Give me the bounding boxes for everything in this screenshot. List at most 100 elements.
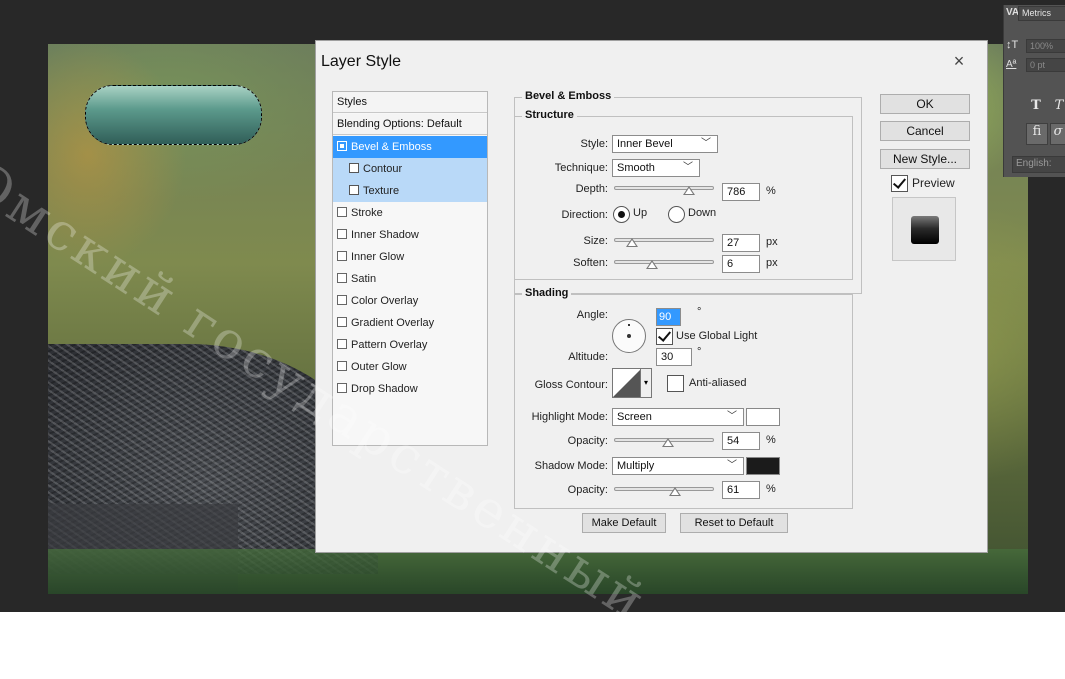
style-item-outer-glow[interactable]: Outer Glow — [333, 356, 487, 378]
style-checkbox[interactable] — [337, 295, 347, 305]
depth-unit: % — [766, 185, 776, 197]
soften-input[interactable]: 6 — [722, 255, 760, 273]
shadow-opacity-input[interactable]: 61 — [722, 481, 760, 499]
language-dropdown[interactable]: English: — [1012, 156, 1065, 173]
gloss-contour-picker[interactable]: ▾ — [612, 368, 652, 398]
style-item-drop-shadow[interactable]: Drop Shadow — [333, 378, 487, 400]
highlight-mode-select[interactable]: Screen ﹀ — [612, 408, 744, 426]
style-item-color-overlay[interactable]: Color Overlay — [333, 290, 487, 312]
shadow-mode-label: Shadow Mode: — [534, 460, 608, 472]
style-item-inner-shadow[interactable]: Inner Shadow — [333, 224, 487, 246]
bevel-style-select[interactable]: Inner Bevel ﹀ — [612, 135, 718, 153]
style-item-contour[interactable]: Contour — [333, 158, 487, 180]
style-item-label: Outer Glow — [351, 361, 407, 373]
layer-style-dialog: Layer Style × Styles Blending Options: D… — [315, 40, 988, 553]
style-item-label: Gradient Overlay — [351, 317, 435, 329]
style-checkbox[interactable] — [337, 273, 347, 283]
new-style-button[interactable]: New Style... — [880, 149, 970, 169]
highlight-opacity-unit: % — [766, 434, 776, 446]
blending-options-item[interactable]: Blending Options: Default — [333, 114, 487, 135]
style-item-pattern-overlay[interactable]: Pattern Overlay — [333, 334, 487, 356]
direction-down-radio[interactable] — [668, 206, 685, 223]
swash-button[interactable]: σ — [1050, 123, 1065, 145]
soften-unit: px — [766, 257, 778, 269]
preview-checkbox[interactable] — [891, 175, 908, 192]
close-icon[interactable]: × — [949, 51, 969, 71]
altitude-input[interactable]: 30 — [656, 348, 692, 366]
depth-input[interactable]: 786 — [722, 183, 760, 201]
style-checkbox[interactable] — [337, 207, 347, 217]
style-checkbox[interactable] — [337, 383, 347, 393]
direction-down-label: Down — [688, 207, 717, 219]
style-item-bevel-emboss[interactable]: Bevel & Emboss — [333, 136, 487, 158]
style-item-stroke[interactable]: Stroke — [333, 202, 487, 224]
faux-italic-button[interactable]: T — [1050, 97, 1065, 117]
style-item-label: Satin — [351, 273, 377, 285]
style-item-label: Contour — [363, 163, 403, 175]
selection-marquee[interactable] — [85, 85, 262, 145]
shadow-color-swatch[interactable] — [746, 457, 780, 475]
style-preview-thumbnail — [892, 197, 956, 261]
shadow-mode-value: Multiply — [617, 460, 655, 472]
make-default-button[interactable]: Make Default — [582, 513, 666, 533]
vertical-scale-field[interactable]: 100% — [1026, 39, 1065, 53]
direction-up-radio[interactable] — [613, 206, 630, 223]
ok-button[interactable]: OK — [880, 94, 970, 114]
anti-aliased-checkbox[interactable] — [667, 375, 684, 392]
faux-bold-button[interactable]: T — [1026, 97, 1046, 117]
angle-input[interactable]: 90 — [656, 308, 681, 326]
shadow-opacity-slider[interactable] — [614, 487, 714, 491]
style-item-gradient-overlay[interactable]: Gradient Overlay — [333, 312, 487, 334]
highlight-color-swatch[interactable] — [746, 408, 780, 426]
highlight-mode-label: Highlight Mode: — [531, 411, 608, 423]
style-checkbox[interactable] — [349, 163, 359, 173]
style-checkbox[interactable] — [337, 141, 347, 151]
altitude-label: Altitude: — [568, 351, 608, 363]
ligature-button[interactable]: fi — [1026, 123, 1048, 145]
angle-dial[interactable] — [612, 319, 646, 353]
grass-strip — [48, 549, 1028, 594]
baseline-shift-field[interactable]: 0 pt — [1026, 58, 1065, 72]
metrics-dropdown[interactable]: Metrics — [1018, 6, 1065, 21]
soften-label: Soften: — [573, 257, 608, 269]
style-checkbox[interactable] — [349, 185, 359, 195]
depth-slider-thumb[interactable] — [683, 186, 695, 195]
shading-title: Shading — [522, 287, 572, 299]
chevron-down-icon: ﹀ — [701, 138, 711, 149]
preview-swatch — [911, 216, 939, 244]
style-checkbox[interactable] — [337, 361, 347, 371]
styles-list-header[interactable]: Styles — [333, 92, 487, 113]
soften-slider[interactable] — [614, 260, 714, 264]
style-checkbox[interactable] — [337, 317, 347, 327]
angle-tick — [628, 324, 630, 326]
style-item-satin[interactable]: Satin — [333, 268, 487, 290]
style-checkbox[interactable] — [337, 339, 347, 349]
style-item-texture[interactable]: Texture — [333, 180, 487, 202]
technique-select[interactable]: Smooth ﹀ — [612, 159, 700, 177]
character-panel: VA Metrics ↕T 100% Aª 0 pt T T fi σ Engl… — [1003, 5, 1065, 177]
anti-aliased-label: Anti-aliased — [689, 377, 747, 389]
size-input[interactable]: 27 — [722, 234, 760, 252]
highlight-opacity-input[interactable]: 54 — [722, 432, 760, 450]
baseline-shift-icon: Aª — [1006, 59, 1017, 70]
reset-to-default-button[interactable]: Reset to Default — [680, 513, 788, 533]
global-light-checkbox[interactable] — [656, 328, 673, 345]
style-checkbox[interactable] — [337, 229, 347, 239]
technique-value: Smooth — [617, 162, 655, 174]
style-item-label: Inner Shadow — [351, 229, 419, 241]
preview-label: Preview — [912, 176, 955, 190]
style-checkbox[interactable] — [337, 251, 347, 261]
altitude-degree: ° — [697, 346, 702, 358]
shadow-mode-select[interactable]: Multiply ﹀ — [612, 457, 744, 475]
soften-slider-thumb[interactable] — [646, 260, 658, 269]
shadow-opacity-thumb[interactable] — [669, 487, 681, 496]
size-slider-thumb[interactable] — [626, 238, 638, 247]
structure-title: Structure — [522, 109, 577, 121]
contour-curve-icon — [613, 369, 641, 397]
style-label: Style: — [580, 138, 608, 150]
cancel-button[interactable]: Cancel — [880, 121, 970, 141]
style-item-inner-glow[interactable]: Inner Glow — [333, 246, 487, 268]
highlight-opacity-thumb[interactable] — [662, 438, 674, 447]
highlight-mode-value: Screen — [617, 411, 652, 423]
depth-slider[interactable] — [614, 186, 714, 190]
